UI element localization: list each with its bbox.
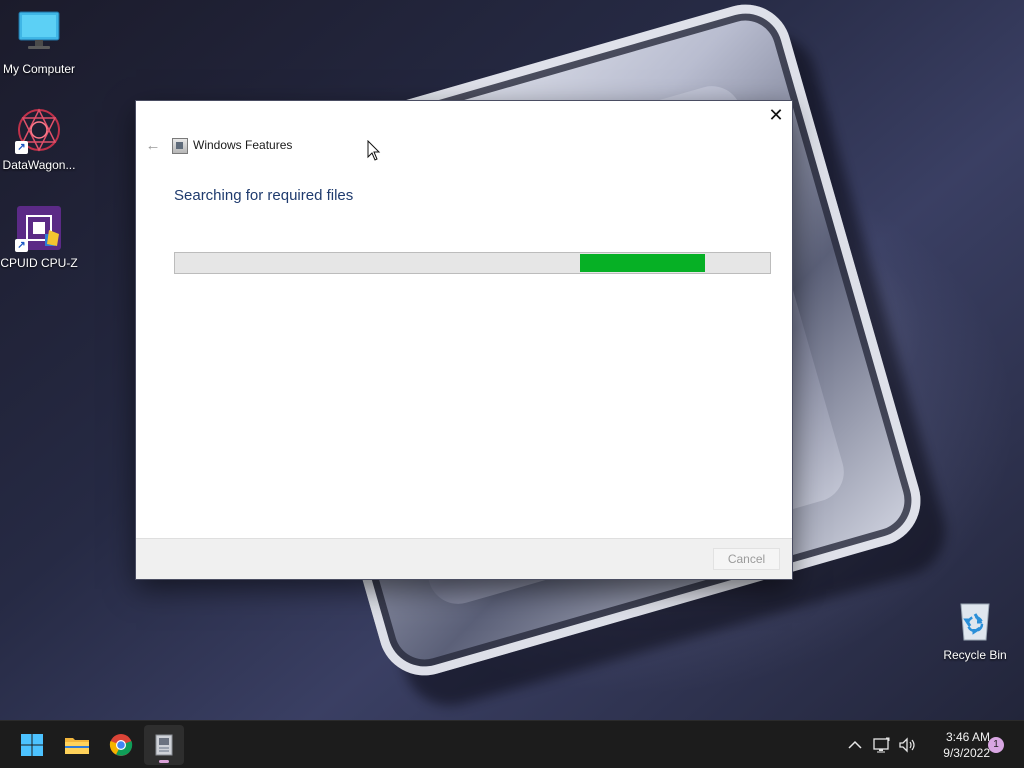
dialog-title: Windows Features — [193, 138, 293, 152]
windows-features-icon — [155, 734, 173, 756]
desktop-icon-cpuz[interactable]: ↗ CPUID CPU-Z — [0, 204, 78, 270]
datawagon-icon: ↗ — [15, 106, 63, 154]
mouse-pointer-icon — [367, 140, 381, 161]
desktop-icon-label: DataWagon... — [2, 158, 76, 172]
shortcut-arrow-icon: ↗ — [15, 239, 28, 252]
shortcut-arrow-icon: ↗ — [15, 141, 28, 154]
recycle-bin-icon — [951, 596, 999, 644]
tray-overflow-chevron-icon[interactable] — [845, 735, 865, 755]
progress-bar — [174, 252, 771, 274]
windows-start-icon — [21, 734, 43, 756]
taskbar-clock[interactable]: 3:46 AM 9/3/2022 — [924, 729, 990, 761]
windows-features-dialog: ✕ ← Windows Features Searching for requi… — [136, 101, 792, 579]
close-button[interactable]: ✕ — [760, 101, 792, 129]
monitor-icon — [15, 10, 63, 58]
clock-date: 9/3/2022 — [943, 746, 990, 760]
status-heading: Searching for required files — [174, 187, 354, 204]
taskbar-windows-features[interactable] — [144, 725, 184, 765]
file-explorer-icon — [65, 738, 89, 754]
dialog-footer: Cancel — [136, 538, 792, 579]
clock-time: 3:46 AM — [945, 730, 990, 744]
back-arrow-icon[interactable]: ← — [142, 135, 164, 157]
desktop-icon-label: Recycle Bin — [943, 648, 1007, 662]
desktop-icon-datawagon[interactable]: ↗ DataWagon... — [0, 106, 78, 172]
windows-features-icon — [172, 138, 188, 154]
taskbar: 3:46 AM 9/3/2022 1 — [0, 720, 1024, 768]
desktop-icon-label: CPUID CPU-Z — [0, 256, 78, 270]
network-icon[interactable] — [872, 735, 892, 755]
progress-bar-fill — [580, 254, 705, 272]
taskbar-file-explorer[interactable] — [57, 725, 97, 765]
start-button[interactable] — [12, 725, 52, 765]
notification-badge[interactable]: 1 — [988, 737, 1004, 753]
chrome-icon — [109, 734, 133, 756]
desktop-icon-label: My Computer — [2, 62, 76, 76]
cpuz-icon: ↗ — [15, 204, 63, 252]
desktop-icon-recycle-bin[interactable]: Recycle Bin — [936, 596, 1014, 662]
desktop-icon-my-computer[interactable]: My Computer — [0, 10, 78, 76]
cancel-button[interactable]: Cancel — [713, 548, 780, 570]
taskbar-chrome[interactable] — [101, 725, 141, 765]
volume-icon[interactable] — [897, 735, 917, 755]
